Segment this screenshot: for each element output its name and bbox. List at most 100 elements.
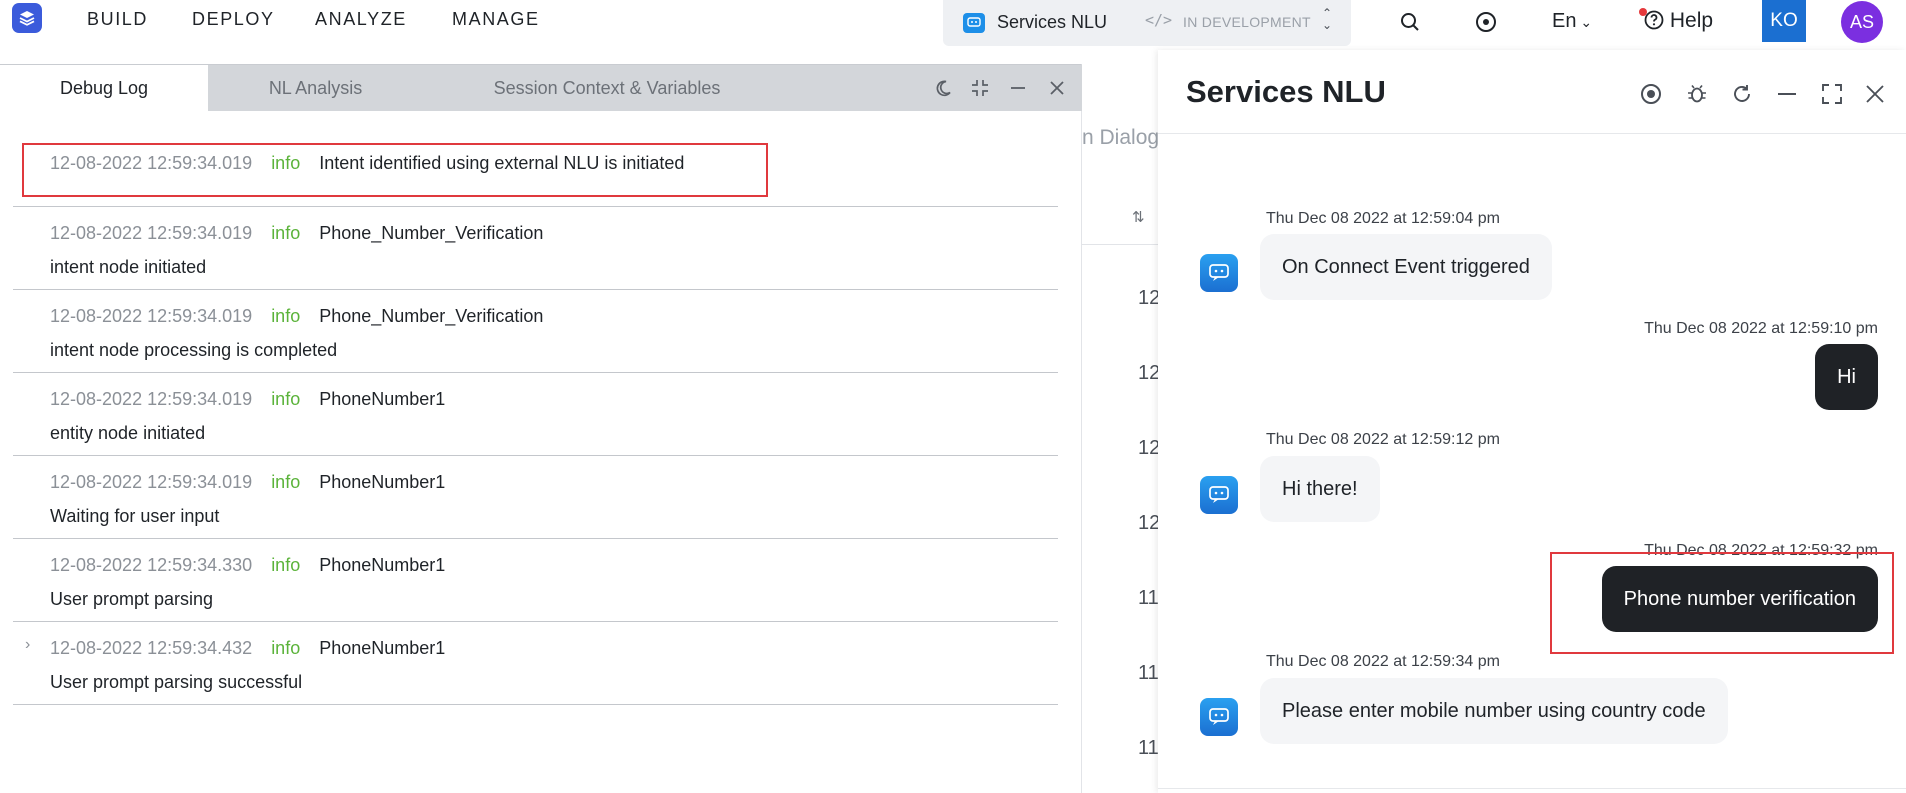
bot-avatar-icon bbox=[1200, 698, 1238, 736]
message-timestamp: Thu Dec 08 2022 at 12:59:34 pm bbox=[1266, 653, 1500, 670]
bot-message: Please enter mobile number using country… bbox=[1260, 678, 1728, 744]
log-detail: Waiting for user input bbox=[50, 506, 220, 526]
refresh-icon[interactable] bbox=[1729, 81, 1755, 107]
bot-message: On Connect Event triggered bbox=[1260, 234, 1552, 300]
bot-avatar-icon bbox=[1200, 476, 1238, 514]
tab-session-context[interactable]: Session Context & Variables bbox=[423, 65, 791, 111]
message-timestamp: Thu Dec 08 2022 at 12:59:10 pm bbox=[1644, 320, 1878, 337]
top-navigation: BUILD DEPLOY ANALYZE MANAGE Services NLU… bbox=[0, 0, 1906, 46]
sort-icon[interactable]: ⇅ bbox=[1132, 208, 1145, 226]
user-message: Hi bbox=[1815, 344, 1878, 410]
nav-manage[interactable]: MANAGE bbox=[452, 9, 540, 30]
language-selector[interactable]: En ⌄ bbox=[1552, 10, 1592, 33]
bot-app-icon bbox=[963, 13, 985, 33]
log-header: 12-08-2022 12:59:34.019 info Phone_Number_… bbox=[50, 223, 543, 244]
log-header: 12-08-2022 12:59:34.330 info PhoneNumber1 bbox=[50, 555, 445, 576]
highlight-box bbox=[22, 143, 768, 197]
background-cell: 12 bbox=[1138, 512, 1161, 534]
message-timestamp: Thu Dec 08 2022 at 12:59:04 pm bbox=[1266, 210, 1500, 227]
message-timestamp: Thu Dec 08 2022 at 12:59:12 pm bbox=[1266, 431, 1500, 448]
expand-icon[interactable] bbox=[1819, 81, 1845, 107]
background-cell: 11 bbox=[1138, 737, 1159, 759]
background-cell: 12 bbox=[1138, 362, 1161, 384]
debug-tabbar: Debug Log NL Analysis Session Context & … bbox=[0, 65, 1082, 111]
close-icon[interactable] bbox=[1046, 77, 1068, 99]
close-icon[interactable] bbox=[1862, 81, 1888, 107]
log-message: PhoneNumber1 bbox=[319, 638, 446, 658]
log-entry[interactable]: 12-08-2022 12:59:34.019 info PhoneNumber1 … bbox=[13, 456, 1058, 539]
log-level: info bbox=[271, 389, 301, 409]
chat-panel: Services NLU Thu Dec 08 2022 at 12:59:04… bbox=[1158, 50, 1906, 793]
chevron-updown-icon[interactable]: ⌃ ⌄ bbox=[1322, 7, 1332, 31]
environment-status: IN DEVELOPMENT bbox=[1183, 14, 1311, 30]
log-detail: intent node initiated bbox=[50, 257, 207, 277]
log-entry[interactable]: › 12-08-2022 12:59:34.432 info PhoneNumber… bbox=[13, 622, 1058, 705]
bot-avatar-icon bbox=[1200, 254, 1238, 292]
log-detail: intent node processing is completed bbox=[50, 340, 338, 360]
log-timestamp: 12-08-2022 12:59:34.019 bbox=[50, 389, 253, 409]
background-cell: 11 bbox=[1138, 587, 1159, 609]
log-timestamp: 12-08-2022 12:59:34.432 bbox=[50, 638, 253, 658]
nav-analyze[interactable]: ANALYZE bbox=[315, 9, 407, 30]
log-level: info bbox=[271, 555, 301, 575]
log-header: 12-08-2022 12:59:34.019 info PhoneNumber1 bbox=[50, 472, 445, 493]
log-entry[interactable]: 12-08-2022 12:59:34.019 info Phone_Number_… bbox=[13, 207, 1058, 290]
divider bbox=[1158, 788, 1906, 789]
app-name: Services NLU bbox=[997, 12, 1108, 32]
app-switcher[interactable]: Services NLU </> IN DEVELOPMENT ⌃ ⌄ bbox=[943, 0, 1351, 46]
chevron-down-icon: ⌄ bbox=[1576, 14, 1593, 30]
divider bbox=[1082, 244, 1162, 245]
bot-message: Hi there! bbox=[1260, 456, 1380, 522]
nav-deploy[interactable]: DEPLOY bbox=[192, 9, 275, 30]
minimize-icon[interactable] bbox=[1774, 81, 1800, 107]
log-message: PhoneNumber1 bbox=[319, 472, 446, 492]
minimize-icon[interactable] bbox=[1007, 77, 1029, 99]
code-icon: </> bbox=[1145, 11, 1173, 29]
log-timestamp: 12-08-2022 12:59:34.019 bbox=[50, 306, 253, 326]
background-cell: 12 bbox=[1138, 437, 1161, 459]
log-message: PhoneNumber1 bbox=[319, 389, 446, 409]
log-timestamp: 12-08-2022 12:59:34.019 bbox=[50, 223, 253, 243]
log-message: Phone_Number_Verification bbox=[319, 306, 544, 326]
debug-panel: Debug Log NL Analysis Session Context & … bbox=[0, 64, 1082, 793]
record-icon[interactable] bbox=[1638, 81, 1664, 107]
log-message: PhoneNumber1 bbox=[319, 555, 446, 575]
log-detail: User prompt parsing bbox=[50, 589, 214, 609]
log-detail: entity node initiated bbox=[50, 423, 206, 443]
help-label: Help bbox=[1669, 9, 1714, 32]
debug-log-list: 12-08-2022 12:59:34.019 info Intent identi… bbox=[13, 117, 1058, 705]
log-level: info bbox=[271, 472, 301, 492]
tab-debug-log[interactable]: Debug Log bbox=[0, 65, 208, 111]
log-entry[interactable]: 12-08-2022 12:59:34.019 info PhoneNumber1 … bbox=[13, 373, 1058, 456]
search-icon[interactable] bbox=[1396, 8, 1424, 36]
user-avatar[interactable]: AS bbox=[1841, 1, 1883, 43]
log-level: info bbox=[271, 306, 301, 326]
log-message: Phone_Number_Verification bbox=[319, 223, 544, 243]
log-header: 12-08-2022 12:59:34.019 info Phone_Number_… bbox=[50, 306, 543, 327]
help-button[interactable]: Help bbox=[1644, 9, 1713, 33]
chevron-right-icon[interactable]: › bbox=[25, 636, 30, 654]
language-label: En bbox=[1552, 10, 1577, 32]
log-header: 12-08-2022 12:59:34.019 info PhoneNumber1 bbox=[50, 389, 445, 410]
chat-title: Services NLU bbox=[1186, 74, 1386, 109]
log-entry[interactable]: 12-08-2022 12:59:34.019 info Phone_Number_… bbox=[13, 290, 1058, 373]
log-header: 12-08-2022 12:59:34.432 info PhoneNumber1 bbox=[50, 638, 445, 659]
app-logo-icon[interactable] bbox=[12, 3, 42, 33]
record-icon[interactable] bbox=[1472, 8, 1500, 36]
background-cell: 12 bbox=[1138, 287, 1161, 309]
log-detail: User prompt parsing successful bbox=[50, 672, 303, 692]
highlight-box bbox=[1550, 552, 1894, 654]
nav-build[interactable]: BUILD bbox=[87, 9, 148, 30]
log-level: info bbox=[271, 223, 301, 243]
tab-nl-analysis[interactable]: NL Analysis bbox=[208, 65, 423, 111]
log-entry[interactable]: 12-08-2022 12:59:34.330 info PhoneNumber1 … bbox=[13, 539, 1058, 622]
log-timestamp: 12-08-2022 12:59:34.330 bbox=[50, 555, 253, 575]
collapse-icon[interactable] bbox=[969, 77, 991, 99]
debug-bug-icon[interactable] bbox=[1684, 81, 1710, 107]
log-level: info bbox=[271, 638, 301, 658]
dark-mode-icon[interactable] bbox=[932, 77, 954, 99]
background-dialog-label: n Dialog bbox=[1082, 126, 1160, 149]
background-cell: 11 bbox=[1138, 662, 1159, 684]
log-timestamp: 12-08-2022 12:59:34.019 bbox=[50, 472, 253, 492]
workspace-badge[interactable]: KO bbox=[1762, 0, 1806, 42]
